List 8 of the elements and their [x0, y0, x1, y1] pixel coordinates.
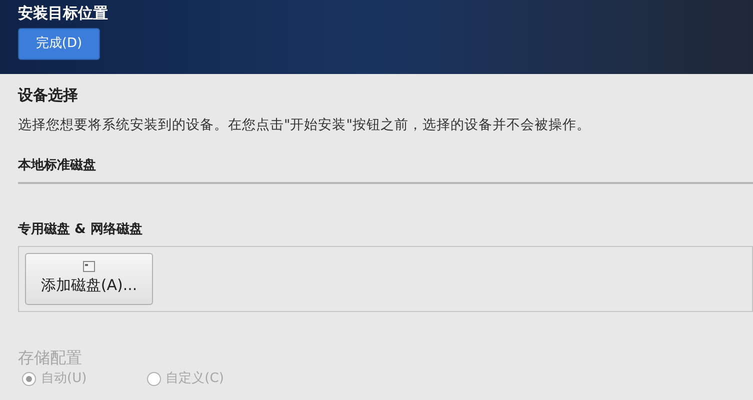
section-heading: 本地标准磁盘 — [18, 157, 97, 175]
section-heading: 存储配置 — [18, 348, 83, 368]
section-heading: 专用磁盘 & 网络磁盘 — [18, 221, 144, 239]
window-title: 安装目标位置 — [18, 3, 108, 23]
section-heading: 设备选择 — [18, 85, 79, 106]
done-button[interactable]: 完成(D) — [18, 28, 100, 60]
add-disk-button[interactable]: 添加磁盘(A)... — [25, 253, 153, 305]
description-text: 选择您想要将系统安装到的设备。在您点击"开始安装"按钮之前，选择的设备并不会被操作。 — [18, 116, 592, 135]
